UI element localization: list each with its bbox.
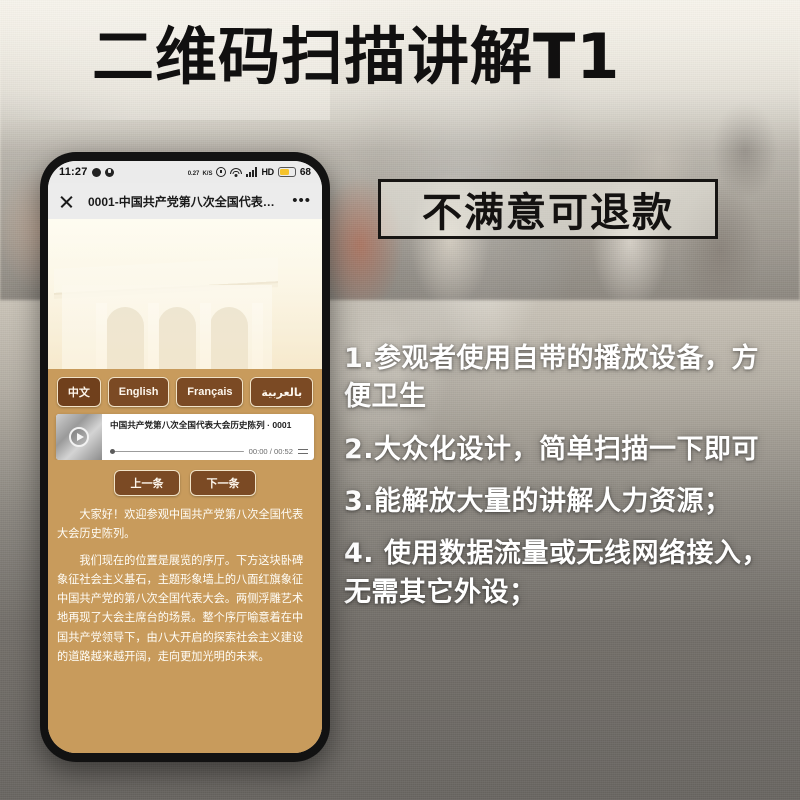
- status-bar-left: 11:27: [59, 166, 114, 178]
- close-icon[interactable]: [59, 194, 74, 209]
- battery-percent-label: 68: [299, 166, 311, 178]
- language-button-zh[interactable]: 中文: [57, 377, 101, 407]
- alarm-icon: [216, 167, 227, 177]
- hero-haze-overlay: [48, 219, 322, 369]
- wifi-icon: [230, 167, 243, 177]
- feature-item-3: 3.能解放大量的讲解人力资源；: [344, 485, 732, 517]
- article-text: 大家好！欢迎参观中国共产党第八次全国代表大会历史陈列。 我们现在的位置是展览的序…: [48, 506, 322, 753]
- audio-player-info: 中国共产党第八次全国代表大会历史陈列 · 0001 00:00 / 00:52: [102, 414, 314, 460]
- play-icon[interactable]: [69, 427, 89, 447]
- hero-banner-image: [48, 219, 322, 369]
- audio-title: 中国共产党第八次全国代表大会历史陈列 · 0001: [110, 420, 292, 430]
- audio-progress-knob[interactable]: [110, 448, 115, 454]
- poster-root: 二维码扫描讲解T1 不满意可退款 1.参观者使用自带的播放设备，方便卫生 2.大…: [0, 0, 800, 800]
- hd-icon: HD: [261, 167, 274, 177]
- feature-item-1: 1.参观者使用自带的播放设备，方便卫生: [344, 343, 760, 413]
- track-nav-row: 上一条 下一条: [48, 460, 322, 506]
- status-bar-right: 0.27 K/S HD 68: [188, 166, 311, 178]
- status-bar: 11:27 0.27 K/S HD 68: [48, 161, 322, 183]
- phone-mockup: 11:27 0.27 K/S HD 68 0001-中国共产党第八次全国代表大.…: [40, 152, 330, 762]
- audio-progress-bar[interactable]: [110, 448, 244, 454]
- network-rate-value: 0.27: [187, 171, 200, 177]
- language-button-en[interactable]: English: [107, 377, 170, 407]
- feature-item-2: 2.大众化设计，简单扫描一下即可: [344, 433, 760, 465]
- next-track-button[interactable]: 下一条: [190, 470, 256, 496]
- article-paragraph-1: 大家好！欢迎参观中国共产党第八次全国代表大会历史陈列。: [57, 509, 304, 541]
- network-rate-unit: K/S: [202, 171, 213, 177]
- page-title: 二维码扫描讲解T1: [92, 20, 621, 93]
- feature-list: 1.参观者使用自带的播放设备，方便卫生 2.大众化设计，简单扫描一下即可 3.能…: [344, 340, 772, 626]
- language-button-fr[interactable]: Français: [176, 377, 244, 407]
- browser-nav-bar: 0001-中国共产党第八次全国代表大... •••: [48, 183, 322, 219]
- article-paragraph-2: 我们现在的位置是展览的序厅。下方这块卧碑象征社会主义基石，主题形象墙上的八面红旗…: [57, 554, 304, 663]
- feature-item-4: 4. 使用数据流量或无线网络接入，无需其它外设；: [344, 538, 769, 608]
- page-header-title: 0001-中国共产党第八次全国代表大...: [88, 194, 285, 209]
- loop-icon[interactable]: [298, 447, 308, 456]
- more-options-icon[interactable]: •••: [292, 193, 311, 208]
- face-icon: [91, 167, 101, 177]
- refund-guarantee-label: 不满意可退款: [422, 190, 674, 236]
- audio-time-label: 00:00 / 00:52: [248, 447, 293, 456]
- webpage-body: 中文 English Français بالعربية 中国共产党第八次全国代…: [48, 219, 322, 753]
- battery-icon: [277, 167, 296, 177]
- phone-screen: 11:27 0.27 K/S HD 68 0001-中国共产党第八次全国代表大.…: [48, 161, 322, 753]
- language-button-ar[interactable]: بالعربية: [250, 377, 314, 407]
- moon-icon: [104, 167, 114, 177]
- language-selector: 中文 English Français بالعربية: [48, 369, 322, 414]
- audio-thumbnail: [56, 414, 102, 460]
- previous-track-button[interactable]: 上一条: [114, 470, 180, 496]
- network-rate-icon: 0.27 K/S: [188, 166, 213, 178]
- status-clock: 11:27: [59, 166, 88, 178]
- audio-controls-row: 00:00 / 00:52: [110, 447, 308, 456]
- signal-bars-icon: [246, 167, 258, 177]
- audio-player[interactable]: 中国共产党第八次全国代表大会历史陈列 · 0001 00:00 / 00:52: [56, 414, 314, 460]
- refund-guarantee-badge: 不满意可退款: [378, 179, 718, 239]
